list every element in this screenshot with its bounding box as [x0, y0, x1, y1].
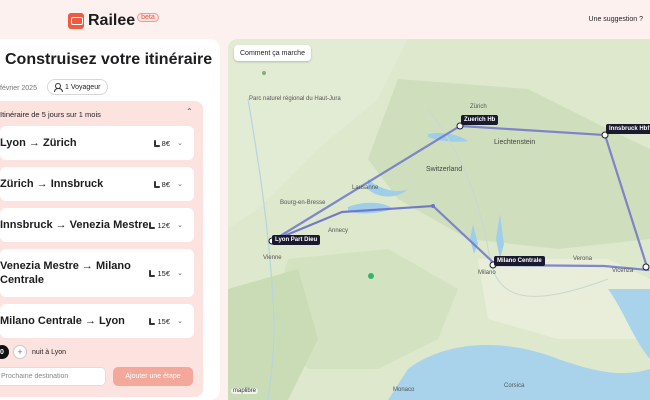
seat-icon — [148, 270, 156, 277]
nights-plus-button[interactable]: + — [13, 345, 27, 359]
leg-name: Milano Centrale → Lyon — [0, 315, 125, 327]
place-label: Corsica — [504, 383, 525, 389]
place-label: Lausanne — [352, 185, 379, 191]
leg-card[interactable]: Lyon → Zürich 8€ ⌄ — [0, 126, 194, 160]
seat-icon — [148, 222, 156, 229]
panel-title: Construisez votre itinéraire — [5, 51, 213, 68]
travellers-button[interactable]: 1 Voyageur — [47, 79, 109, 95]
trip-box: Itinéraire de 5 jours sur 1 mois ⌃ Lyon … — [0, 101, 203, 397]
chevron-down-icon[interactable]: ⌄ — [177, 221, 183, 229]
top-bar: Railee beta Une suggestion ? — [0, 0, 650, 38]
station-label[interactable]: Lyon Part Dieu — [272, 235, 321, 245]
seat-icon — [153, 181, 160, 188]
nights-count: 0 — [0, 345, 9, 359]
suggestion-link[interactable]: Une suggestion ? — [589, 16, 643, 23]
leg-price: 15€ — [148, 317, 170, 326]
map-view[interactable] — [228, 39, 650, 400]
chevron-down-icon[interactable]: ⌄ — [177, 317, 183, 325]
leg-name: Lyon → Zürich — [0, 137, 77, 149]
train-logo-icon — [68, 13, 84, 29]
seat-icon — [153, 140, 160, 147]
chevron-down-icon[interactable]: ⌄ — [177, 139, 183, 147]
map-attribution[interactable]: maplibre — [231, 388, 259, 394]
country-label: Liechtenstein — [494, 139, 536, 146]
how-it-works-button[interactable]: Comment ça marche — [234, 45, 311, 61]
leg-name: Zürich → Innsbruck — [0, 178, 104, 190]
country-label: Switzerland — [426, 166, 463, 173]
place-label: Zürich — [470, 104, 487, 110]
trip-summary[interactable]: Itinéraire de 5 jours sur 1 mois — [0, 110, 101, 119]
chevron-up-icon[interactable]: ⌃ — [186, 107, 193, 116]
date-selector[interactable]: février 2025 — [0, 81, 47, 96]
leg-card[interactable]: Zürich → Innsbruck 8€ ⌄ — [0, 167, 194, 201]
seat-icon — [148, 318, 156, 325]
itinerary-panel: Construisez votre itinéraire février 202… — [0, 39, 220, 400]
user-icon — [53, 83, 63, 92]
place-label: Vienne — [263, 255, 282, 261]
logo[interactable]: Railee beta — [68, 12, 159, 30]
station-label[interactable]: Innsbruck Hbf — [606, 124, 650, 134]
nights-row: 0 + nuit à Lyon — [0, 345, 66, 359]
leg-name: Venezia Mestre → Milano — [0, 260, 131, 272]
place-label: Bourg-en-Bresse — [280, 200, 326, 206]
leg-price: 8€ — [153, 139, 170, 148]
map-canvas[interactable] — [228, 39, 650, 400]
leg-price: 12€ — [148, 221, 170, 230]
add-step-button[interactable]: Ajouter une étape — [113, 367, 193, 386]
leg-card[interactable]: Innsbruck → Venezia Mestre 12€ ⌄ — [0, 208, 194, 242]
leg-card[interactable]: Milano Centrale → Lyon 15€ ⌄ — [0, 304, 194, 338]
station-label[interactable]: Zuerich Hb — [461, 115, 499, 125]
station-label[interactable]: Milano Centrale — [494, 256, 545, 266]
travellers-label: 1 Voyageur — [65, 83, 101, 91]
place-label: Milano — [478, 270, 496, 276]
beta-badge: beta — [137, 12, 159, 22]
leg-card[interactable]: Venezia Mestre → Milano Centrale 15€ ⌄ — [0, 249, 194, 297]
leg-name: Innsbruck → Venezia Mestre — [0, 219, 149, 231]
destination-input[interactable] — [0, 367, 106, 386]
place-label: Parc naturel régional du Haut-Jura — [249, 96, 341, 102]
place-label: Verona — [573, 256, 593, 262]
leg-name-line2: Centrale — [0, 274, 45, 286]
logo-text: Railee — [88, 12, 136, 29]
chevron-down-icon[interactable]: ⌄ — [177, 269, 183, 277]
nights-label: nuit à Lyon — [32, 348, 66, 356]
leg-price: 15€ — [148, 269, 170, 278]
place-label: Monaco — [393, 387, 415, 393]
chevron-down-icon[interactable]: ⌄ — [177, 180, 183, 188]
place-label: Vicenza — [612, 268, 634, 274]
leg-price: 8€ — [153, 180, 170, 189]
place-label: Annecy — [328, 228, 349, 234]
